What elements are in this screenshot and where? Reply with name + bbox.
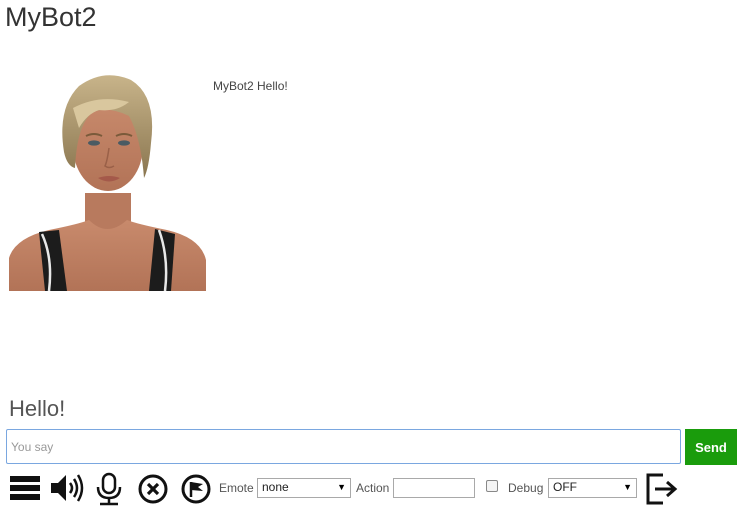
debug-level-select[interactable]: OFF ▼	[548, 478, 637, 498]
chat-input[interactable]	[6, 429, 681, 464]
response-text: Hello!	[9, 396, 66, 421]
action-input[interactable]	[393, 478, 475, 498]
flag-icon[interactable]	[180, 472, 212, 509]
send-button[interactable]: Send	[685, 429, 737, 465]
exit-icon[interactable]	[645, 472, 679, 511]
dropdown-caret-icon: ▼	[623, 482, 632, 492]
page-title: MyBot2	[5, 2, 97, 32]
dropdown-caret-icon: ▼	[337, 482, 346, 492]
speaker-icon[interactable]	[49, 472, 85, 509]
debug-level-value: OFF	[553, 480, 577, 494]
emote-select[interactable]: none ▼	[257, 478, 351, 498]
menu-icon[interactable]	[9, 472, 41, 509]
action-label: Action	[356, 481, 390, 495]
microphone-icon[interactable]	[92, 472, 126, 511]
emote-label: Emote	[219, 481, 254, 495]
bot-message: MyBot2 Hello!	[213, 79, 288, 93]
avatar-image	[9, 68, 206, 291]
debug-checkbox[interactable]	[486, 480, 498, 492]
cancel-icon[interactable]	[137, 472, 169, 509]
debug-label: Debug	[508, 481, 544, 495]
emote-select-value: none	[262, 480, 289, 494]
